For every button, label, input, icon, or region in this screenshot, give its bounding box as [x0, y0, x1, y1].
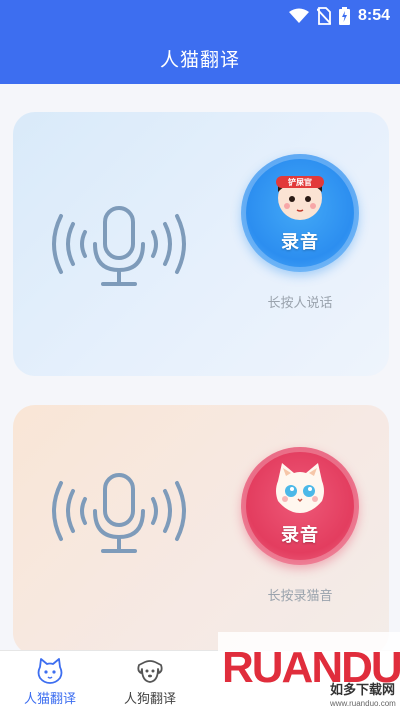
battery-charging-icon: [338, 7, 350, 25]
tab-cat-translate-label: 人猫翻译: [23, 692, 76, 707]
human-speech-card: 铲屎官 录音 长按人说话: [13, 112, 389, 376]
headband-text: 铲屎官: [288, 177, 312, 187]
no-sim-icon: [316, 7, 331, 25]
app-bar: 人猫翻译: [0, 32, 400, 84]
microphone-icon: [52, 206, 186, 286]
record-cat-label: 录音: [281, 525, 319, 546]
record-human-button[interactable]: 铲屎官 录音: [241, 154, 359, 272]
main-content: 铲屎官 录音 长按人说话 录音 长按录猫音: [0, 84, 400, 650]
tab-dog-translate[interactable]: 人狗翻译: [100, 651, 200, 711]
cat-owner-avatar-icon: 铲屎官: [276, 176, 324, 220]
human-hint-text: 长按人说话: [267, 296, 333, 311]
tab-dog-translate-label: 人狗翻译: [123, 692, 176, 707]
record-cat-button[interactable]: 录音: [241, 447, 359, 565]
microphone-icon: [52, 473, 186, 553]
status-bar: 8:54: [0, 0, 400, 32]
cat-sound-card: 录音 长按录猫音: [13, 405, 389, 650]
cat-hint-text: 长按录猫音: [267, 589, 333, 604]
dog-icon: [137, 660, 163, 683]
ruanduo-watermark-logo: RUANDUO 如多下载网 www.ruanduo.com: [218, 632, 400, 711]
status-icons: 8:54: [288, 7, 390, 25]
status-time: 8:54: [357, 7, 390, 24]
record-human-label: 录音: [281, 232, 319, 253]
wifi-icon: [288, 8, 309, 23]
page-title: 人猫翻译: [159, 48, 240, 71]
tab-cat-translate[interactable]: 人猫翻译: [0, 651, 100, 711]
svg-text:www.ruanduo.com: www.ruanduo.com: [329, 699, 396, 708]
svg-text:如多下载网: 如多下载网: [330, 682, 395, 698]
cat-face-icon: [276, 463, 324, 513]
cat-icon: [37, 658, 63, 684]
